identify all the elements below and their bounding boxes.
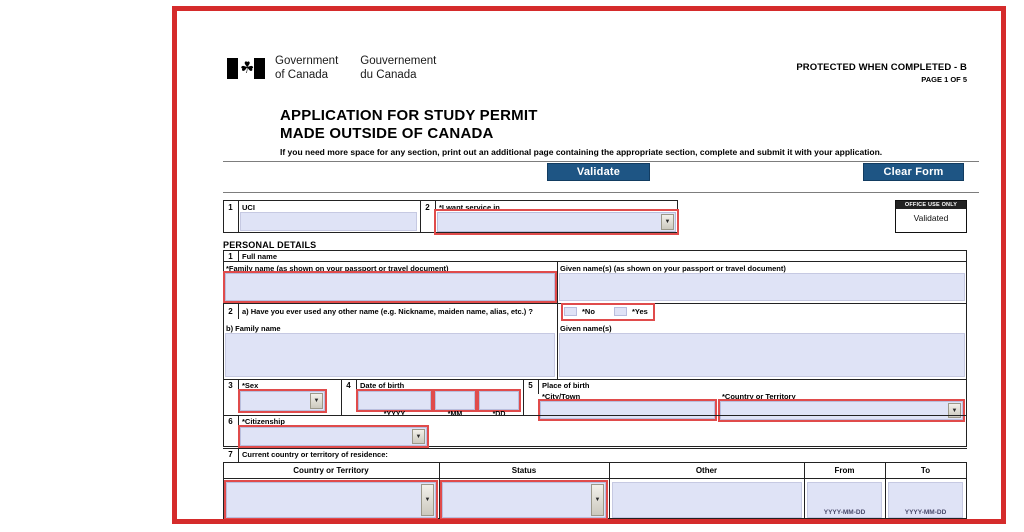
residence-divider — [223, 448, 967, 449]
uci-label: UCI — [242, 203, 255, 212]
form-title-line1: APPLICATION FOR STUDY PERMIT — [280, 107, 538, 124]
service-number-divider — [435, 200, 436, 233]
chevron-down-icon[interactable]: ▼ — [591, 484, 604, 516]
office-use-header: OFFICE USE ONLY — [896, 201, 966, 209]
page-indicator: PAGE 1 OF 5 — [921, 75, 967, 84]
dob-number-divider — [356, 379, 357, 394]
sex-number-divider — [238, 379, 239, 394]
residence-header-divider — [223, 478, 967, 479]
uci-input[interactable] — [240, 212, 417, 231]
other-name-yes-label: *Yes — [632, 307, 648, 316]
other-name-yes-checkbox[interactable] — [614, 307, 627, 316]
other-given-name-label: Given name(s) — [560, 324, 612, 333]
other-name-divider — [223, 303, 967, 304]
sex-dob-pob-divider — [223, 379, 967, 380]
uci-number: 1 — [228, 203, 233, 212]
dob-year-input[interactable] — [358, 391, 431, 410]
full-name-header-divider — [223, 261, 967, 262]
other-name-number-divider — [238, 303, 239, 319]
residence-col-to-header: To — [920, 466, 931, 475]
other-name-question: a) Have you ever used any other name (e.… — [242, 307, 533, 316]
form-page: ☘ Government of Canada Gouvernement du C… — [177, 11, 1001, 519]
other-given-name-input[interactable] — [559, 333, 965, 377]
residence-other-input[interactable] — [612, 482, 802, 518]
name-column-divider — [557, 261, 558, 379]
residence-country-select[interactable]: ▼ — [226, 482, 436, 518]
pob-city-label: *City/Town — [542, 392, 581, 401]
dob-number: 4 — [346, 381, 351, 390]
chevron-down-icon[interactable]: ▼ — [421, 484, 434, 516]
form-title-line2: MADE OUTSIDE OF CANADA — [280, 125, 494, 142]
full-name-number-divider — [238, 250, 239, 261]
pob-number-divider — [538, 379, 539, 394]
wordmark-fr-line1: Gouvernement — [360, 55, 437, 67]
citizenship-number-divider — [238, 415, 239, 430]
pob-number: 5 — [528, 381, 533, 390]
other-name-no-label: *No — [582, 307, 595, 316]
wordmark-en-line1: Government — [275, 55, 339, 67]
residence-status-select[interactable]: ▼ — [442, 482, 606, 518]
full-name-number: 1 — [228, 252, 233, 261]
validate-button[interactable]: Validate — [547, 163, 650, 181]
wordmark-en-line2: of Canada — [275, 68, 329, 81]
citizenship-label: *Citizenship — [242, 417, 285, 426]
residence-number-divider — [238, 448, 239, 462]
annotation-frame: ☘ Government of Canada Gouvernement du C… — [172, 6, 1006, 524]
chevron-down-icon[interactable]: ▼ — [310, 393, 323, 409]
citizenship-select[interactable]: ▼ — [240, 427, 427, 446]
other-family-name-input[interactable] — [225, 333, 555, 377]
other-name-no-checkbox[interactable] — [564, 307, 577, 316]
office-use-validated-status: Validated — [913, 213, 949, 223]
family-name-input[interactable] — [225, 273, 555, 301]
dob-day-input[interactable] — [479, 391, 519, 410]
wordmark-fr-line2: du Canada — [360, 68, 417, 81]
residence-from-format-hint: YYYY-MM-DD — [823, 509, 866, 516]
full-name-label: Full name — [242, 252, 278, 261]
wordmark-french: Gouvernement du Canada — [360, 55, 436, 82]
service-language-label: *I want service in — [439, 203, 500, 212]
other-name-number: 2 — [228, 307, 233, 316]
residence-to-format-hint: YYYY-MM-DD — [904, 509, 947, 516]
dob-label: Date of birth — [360, 381, 405, 390]
protected-notice: PROTECTED WHEN COMPLETED - B — [796, 62, 967, 73]
pob-label: Place of birth — [542, 381, 590, 390]
service-language-select[interactable]: ▼ — [437, 212, 676, 232]
sex-select[interactable]: ▼ — [240, 391, 325, 411]
pob-country-label: *Country or Territory — [722, 392, 796, 401]
sex-label: *Sex — [242, 381, 259, 390]
chevron-down-icon[interactable]: ▼ — [661, 214, 674, 230]
personal-details-section-title: PERSONAL DETAILS — [223, 240, 317, 250]
divider-top — [223, 161, 979, 162]
sex-number: 3 — [228, 381, 233, 390]
given-name-input[interactable] — [559, 273, 965, 301]
clear-form-button[interactable]: Clear Form — [863, 163, 964, 181]
canada-flag-icon: ☘ — [227, 58, 265, 79]
residence-col-status-header: Status — [511, 466, 537, 475]
form-title-block: APPLICATION FOR STUDY PERMIT MADE OUTSID… — [280, 107, 882, 157]
maple-leaf-icon: ☘ — [240, 60, 255, 77]
residence-label: Current country or territory of residenc… — [242, 450, 388, 459]
divider-bottom — [223, 192, 979, 193]
pob-country-select[interactable]: ▼ — [720, 401, 963, 420]
pob-city-input[interactable] — [540, 401, 715, 419]
dob-month-input[interactable] — [435, 391, 475, 410]
residence-col-other-header: Other — [695, 466, 718, 475]
chevron-down-icon[interactable]: ▼ — [412, 429, 425, 444]
residence-number: 7 — [228, 450, 233, 459]
given-name-label: Given name(s) (as shown on your passport… — [560, 264, 786, 273]
page-header: ☘ Government of Canada Gouvernement du C… — [177, 11, 1001, 111]
uci-number-divider — [238, 200, 239, 233]
family-name-label: *Family name (as shown on your passport … — [226, 264, 449, 273]
residence-col-from-header: From — [834, 466, 855, 475]
protected-notice-block: PROTECTED WHEN COMPLETED - B PAGE 1 OF 5 — [796, 62, 967, 84]
government-of-canada-wordmark: ☘ Government of Canada Gouvernement du C… — [227, 55, 436, 82]
wordmark-english: Government of Canada — [275, 55, 338, 82]
citizenship-divider — [223, 415, 967, 416]
form-instruction: If you need more space for any section, … — [280, 147, 883, 157]
service-language-number: 2 — [425, 203, 430, 212]
residence-col-country-header: Country or Territory — [293, 466, 369, 475]
citizenship-number: 6 — [228, 417, 233, 426]
office-use-box: OFFICE USE ONLY Validated — [895, 200, 967, 233]
other-family-name-label: b) Family name — [226, 324, 281, 333]
